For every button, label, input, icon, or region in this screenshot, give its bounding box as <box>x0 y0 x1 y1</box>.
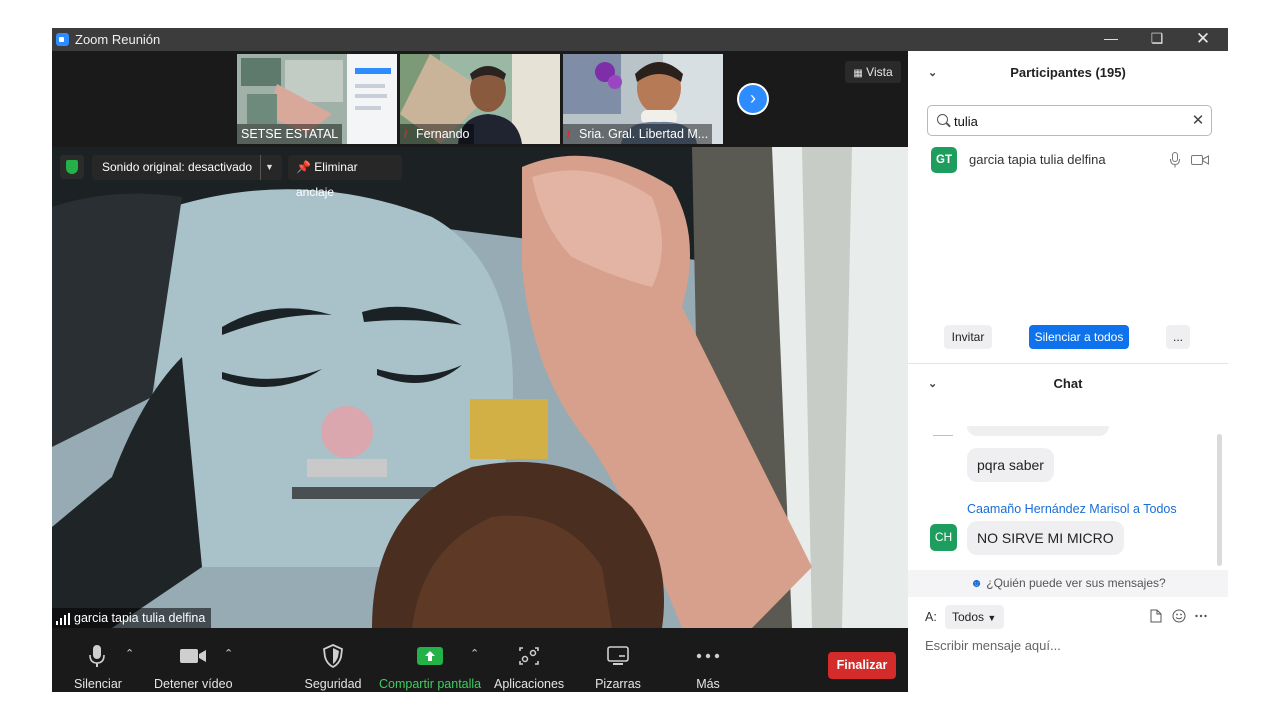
chevron-down-icon[interactable]: ⌄ <box>928 362 937 406</box>
signal-bars-icon <box>56 612 70 625</box>
emoji-icon[interactable] <box>1172 609 1186 623</box>
clear-search-icon[interactable]: ✕ <box>1191 112 1205 130</box>
security-button[interactable]: Seguridad <box>304 644 362 691</box>
grid-icon: ▦ <box>853 68 863 79</box>
video-thumbnail[interactable]: SETSE ESTATAL <box>237 54 397 144</box>
chevron-down-icon[interactable]: ⌄ <box>928 51 937 95</box>
view-button[interactable]: ▦ Vista <box>845 61 901 83</box>
chat-sender[interactable]: Caamaño Hernández Marisol a Todos <box>967 502 1177 516</box>
search-input[interactable] <box>954 112 1184 130</box>
avatar: CH <box>930 524 957 551</box>
thumbnail-strip: SETSE ESTATAL / Fernando / Sria. Gral. L… <box>52 51 908 147</box>
muted-mic-icon: / <box>404 129 408 141</box>
thumbnail-label: SETSE ESTATAL <box>237 124 343 144</box>
shield-icon <box>323 644 343 669</box>
meeting-toolbar: Silenciar ⌃ Detener vídeo ⌃ Seguridad Co… <box>52 628 908 692</box>
microphone-icon <box>89 645 105 667</box>
chevron-right-icon: › <box>750 88 756 108</box>
chevron-down-icon[interactable]: ▼ <box>260 155 278 180</box>
zoom-app-icon <box>56 33 69 46</box>
speaker-video-frame <box>52 147 908 628</box>
person-icon: ☻ <box>970 576 983 590</box>
side-panel: ⌄ Participantes (195) ✕ GT garcia tapia … <box>908 51 1228 692</box>
avatar: GT <box>931 147 957 173</box>
chat-bubble <box>967 426 1109 436</box>
muted-mic-icon: / <box>567 129 571 141</box>
mute-all-button[interactable]: Silenciar a todos <box>1029 325 1129 349</box>
participant-search: ✕ <box>927 105 1212 136</box>
security-shield-icon[interactable] <box>60 155 84 179</box>
chat-separator <box>933 435 953 436</box>
thumbnail-label: / Fernando <box>400 124 474 144</box>
more-button[interactable]: Más <box>688 644 728 691</box>
next-page-button[interactable]: › <box>737 83 769 115</box>
more-options-button[interactable]: ... <box>1166 325 1190 349</box>
thumbnail-label: / Sria. Gral. Libertad M... <box>563 124 713 144</box>
mute-button[interactable]: Silenciar <box>74 644 122 691</box>
speaker-name-label: garcia tapia tulia delfina <box>52 608 212 628</box>
chevron-up-icon[interactable]: ⌃ <box>125 647 134 660</box>
close-icon[interactable]: ✕ <box>1180 28 1226 51</box>
chevron-up-icon[interactable]: ⌃ <box>224 647 233 660</box>
end-meeting-button[interactable]: Finalizar <box>828 652 896 679</box>
title-bar: Zoom Reunión — ❏ ✕ <box>52 28 1228 51</box>
file-icon[interactable] <box>1150 609 1162 623</box>
window-title: Zoom Reunión <box>75 32 161 47</box>
recipient-label: A: <box>925 610 937 624</box>
invite-button[interactable]: Invitar <box>944 325 992 349</box>
participant-row[interactable]: GT garcia tapia tulia delfina <box>908 145 1228 175</box>
chat-message-input[interactable] <box>925 635 1210 655</box>
stop-video-button[interactable]: Detener vídeo <box>154 644 233 691</box>
whiteboards-button[interactable]: Pizarras <box>595 644 641 691</box>
original-sound-button[interactable]: Sonido original: desactivado <box>92 155 282 180</box>
more-dots-icon[interactable] <box>1195 614 1207 618</box>
chat-message: pqra saber <box>967 448 1054 482</box>
main-video: Sonido original: desactivado ▼ 📌 Elimina… <box>52 147 908 628</box>
pin-icon: 📌 <box>296 160 311 174</box>
apps-icon <box>519 647 539 665</box>
chat-header: ⌄ Chat <box>908 362 1228 406</box>
minimize-icon[interactable]: — <box>1088 28 1134 51</box>
chevron-up-icon[interactable]: ⌃ <box>470 647 479 660</box>
video-camera-icon <box>180 649 206 663</box>
recipient-select[interactable]: Todos ▼ <box>945 605 1004 629</box>
share-screen-icon <box>417 647 443 665</box>
more-dots-icon <box>696 653 720 659</box>
video-thumbnail[interactable]: / Fernando <box>400 54 560 144</box>
participant-name: garcia tapia tulia delfina <box>969 152 1106 167</box>
video-camera-icon[interactable] <box>1191 154 1209 166</box>
chat-scrollbar[interactable] <box>1217 434 1222 566</box>
restore-icon[interactable]: ❏ <box>1134 28 1180 51</box>
video-thumbnail[interactable]: / Sria. Gral. Libertad M... <box>563 54 723 144</box>
chat-message: NO SIRVE MI MICRO <box>967 521 1124 555</box>
apps-button[interactable]: Aplicaciones <box>494 644 564 691</box>
search-icon <box>937 114 948 125</box>
whiteboard-icon <box>607 646 629 665</box>
participants-header: ⌄ Participantes (195) <box>908 51 1228 95</box>
zoom-window: Zoom Reunión — ❏ ✕ SETSE ESTATAL / Ferna… <box>52 28 1228 692</box>
chevron-down-icon: ▼ <box>987 613 997 623</box>
unpin-button[interactable]: 📌 Eliminar anclaje <box>288 155 402 199</box>
microphone-icon[interactable] <box>1170 152 1180 168</box>
share-screen-button[interactable]: Compartir pantalla <box>379 644 481 691</box>
who-can-see-link[interactable]: ☻ ¿Quién puede ver sus mensajes? <box>908 570 1228 597</box>
video-area: SETSE ESTATAL / Fernando / Sria. Gral. L… <box>52 51 908 628</box>
